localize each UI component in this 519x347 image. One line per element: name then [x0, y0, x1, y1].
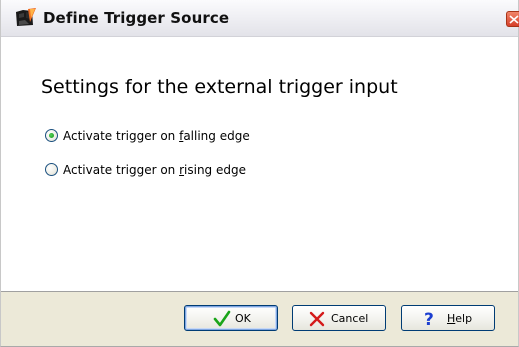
radio-label-text: Activate trigger on	[63, 129, 180, 143]
close-icon[interactable]	[506, 11, 519, 27]
help-label: Help	[447, 312, 472, 325]
radio-rising-edge-label[interactable]: Activate trigger on rising edge	[63, 162, 246, 178]
cancel-label: Cancel	[331, 312, 369, 325]
dialog-window: Define Trigger Source Settings for the e…	[0, 0, 519, 347]
window-title: Define Trigger Source	[43, 9, 230, 27]
question-icon: ?	[422, 310, 436, 331]
radio-label-text-rest: alling edge	[183, 129, 250, 143]
settings-heading: Settings for the external trigger input	[41, 76, 398, 98]
radio-falling-edge-label[interactable]: Activate trigger on falling edge	[63, 128, 250, 144]
radio-button-unselected[interactable]	[45, 163, 58, 176]
radio-label-text-rest: ising edge	[184, 163, 246, 177]
radio-label-text: Activate trigger on	[63, 163, 180, 177]
check-icon	[213, 310, 231, 331]
button-bar: OK Cancel ? Help	[1, 291, 518, 346]
radio-button-selected[interactable]	[45, 129, 58, 142]
x-icon	[308, 310, 326, 331]
help-label-text: elp	[455, 312, 473, 325]
ok-button[interactable]: OK	[184, 305, 278, 331]
svg-text:?: ?	[424, 310, 434, 328]
help-button[interactable]: ? Help	[401, 305, 495, 331]
ok-label: OK	[235, 312, 251, 325]
radio-selected-dot	[49, 133, 54, 138]
cancel-button[interactable]: Cancel	[292, 305, 386, 331]
title-bar[interactable]: Define Trigger Source	[1, 0, 519, 37]
camera-icon	[15, 8, 37, 28]
